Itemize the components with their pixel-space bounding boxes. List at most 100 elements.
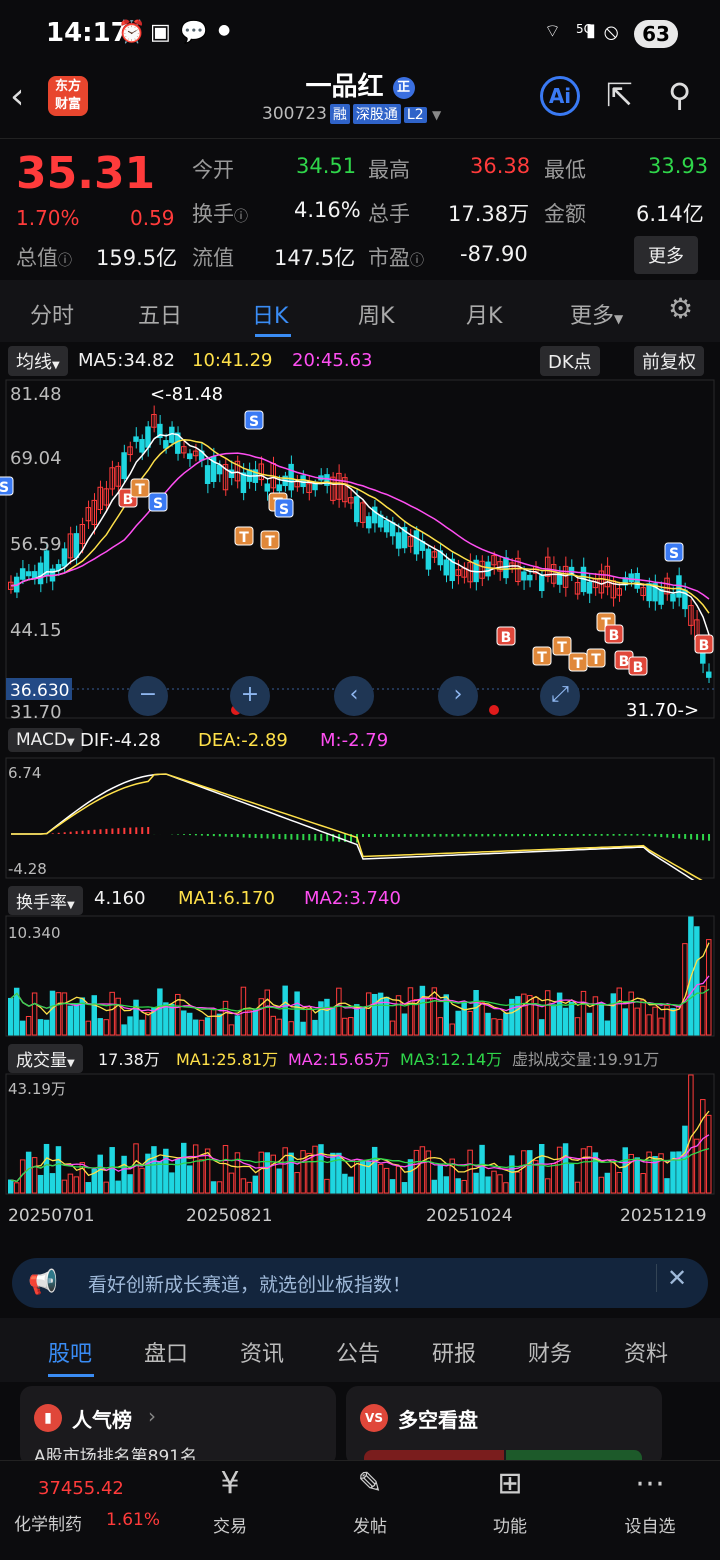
watchlist-icon[interactable]: ⋯ [610,1466,690,1501]
fullscreen-button[interactable]: ⤢ [540,676,580,716]
scroll-right-button[interactable]: › [438,676,478,716]
scroll-left-button[interactable]: ‹ [334,676,374,716]
bar [640,999,646,1036]
bar [533,996,539,1036]
tab-weekly-k[interactable]: 周K [358,298,394,330]
low-label: 最低 [544,158,586,182]
bar [479,1144,485,1194]
bar [312,1019,318,1036]
bar [544,1178,551,1194]
tab-finance[interactable]: 财务 [528,1336,572,1368]
tab-profile[interactable]: 资料 [624,1336,668,1368]
bar [360,1161,366,1194]
candle [145,426,151,448]
longshort-card[interactable]: VS 多空看盘 [346,1386,662,1466]
kline-chart[interactable]: SBTSSTTTSSBTTTTTBBBB <-81.48 31.70-> 36.… [0,376,720,722]
tab-more[interactable]: 更多▼ [570,298,623,330]
bar [586,1012,593,1036]
y-label-5: 31.70 [10,702,62,722]
popularity-card[interactable]: ▮ 人气榜 › A股市场排名第891名 [20,1386,336,1466]
trade-icon[interactable]: ¥ [190,1466,270,1501]
nav-post[interactable]: 发帖 [330,1512,410,1537]
nav-functions[interactable]: 功能 [470,1512,550,1537]
bar [228,1024,235,1036]
candle [485,561,491,577]
turnover-selector[interactable]: 换手率▼ [8,886,83,915]
settings-gear-icon[interactable]: ⚙ [668,292,693,325]
bar [49,990,56,1036]
volume-indicator-value: 17.38万 [98,1050,160,1069]
volume-chart[interactable]: 43.19万 [0,1072,720,1196]
tab-forum[interactable]: 股吧 [48,1336,92,1368]
sector-name[interactable]: 化学制药 [14,1510,82,1535]
zoom-in-button[interactable]: + [230,676,270,716]
bar [521,993,527,1036]
bar [25,1016,32,1036]
signal-icon: ▮ [586,20,596,41]
date-3: 20251024 [426,1206,513,1226]
bar [586,1146,593,1194]
bar [658,1017,664,1036]
candle [443,559,449,576]
tab-daily-k[interactable]: 日K [252,298,288,330]
ai-button[interactable]: Ai [540,76,580,116]
bar [342,1017,348,1036]
bar [37,1019,44,1036]
bar [103,1019,109,1036]
turnover-chart[interactable]: 10.340 [0,914,720,1038]
tab-intraday[interactable]: 分时 [30,298,74,330]
bar [252,1008,259,1036]
stock-code-row[interactable]: 300723 融深股通 L2 ▼ [262,104,441,124]
post-icon[interactable]: ✎ [330,1466,410,1501]
max-price-label: <-81.48 [150,384,223,405]
bar [151,1146,157,1194]
tab-research[interactable]: 研报 [432,1336,476,1368]
tab-five-day[interactable]: 五日 [138,298,182,330]
bar [574,1181,581,1194]
functions-icon[interactable]: ⊞ [470,1466,550,1501]
promo-banner[interactable]: 📢 看好创新成长赛道，就选创业板指数！ ✕ [12,1258,708,1308]
bar [580,990,587,1036]
nav-trade[interactable]: 交易 [190,1512,270,1537]
y-label-3: 56.59 [10,534,62,555]
more-button[interactable]: 更多 [634,236,698,274]
active-tab-underline [48,1374,94,1377]
bar [300,1150,306,1194]
bar [389,1179,396,1194]
adjust-button[interactable]: 前复权 [634,346,704,376]
t-marker: T [568,652,588,672]
share-icon[interactable]: ⇱ [606,76,633,114]
dk-button[interactable]: DK点 [540,346,600,376]
bar [288,1152,294,1194]
search-icon[interactable]: ⚲ [668,76,691,114]
status-bar: 14:17 ⏰ ▣ 💬 ● ⌔ 5G ▮ ⦸ 63 [0,0,720,66]
bar [407,987,414,1036]
candle [706,671,712,678]
zoom-out-button[interactable]: − [128,676,168,716]
candle [354,496,360,523]
tab-news[interactable]: 资讯 [240,1336,284,1368]
bar [371,1146,378,1194]
bar [222,1145,229,1194]
nav-add-watchlist[interactable]: 设自选 [610,1512,690,1537]
tab-orderbook[interactable]: 盘口 [144,1336,188,1368]
close-icon[interactable]: ✕ [656,1264,687,1292]
y-label-1: 81.48 [10,384,62,405]
svg-text:T: T [573,656,583,672]
candle [19,568,26,580]
macd-chart[interactable]: 6.74 -4.28 [0,756,720,880]
buy-marker: B [496,626,516,646]
candle [37,562,44,585]
bar [604,1172,611,1194]
tab-announcements[interactable]: 公告 [336,1336,380,1368]
tab-monthly-k[interactable]: 月K [466,298,502,330]
event-dot [489,705,499,715]
ma-selector[interactable]: 均线▼ [8,346,68,376]
bar [497,1018,503,1036]
volume-selector[interactable]: 成交量▼ [8,1044,83,1073]
buy-marker: B [694,634,714,654]
macd-selector[interactable]: MACD▼ [8,728,83,752]
candle [503,557,509,579]
dot-icon: ● [218,22,231,38]
bar [228,1172,235,1194]
